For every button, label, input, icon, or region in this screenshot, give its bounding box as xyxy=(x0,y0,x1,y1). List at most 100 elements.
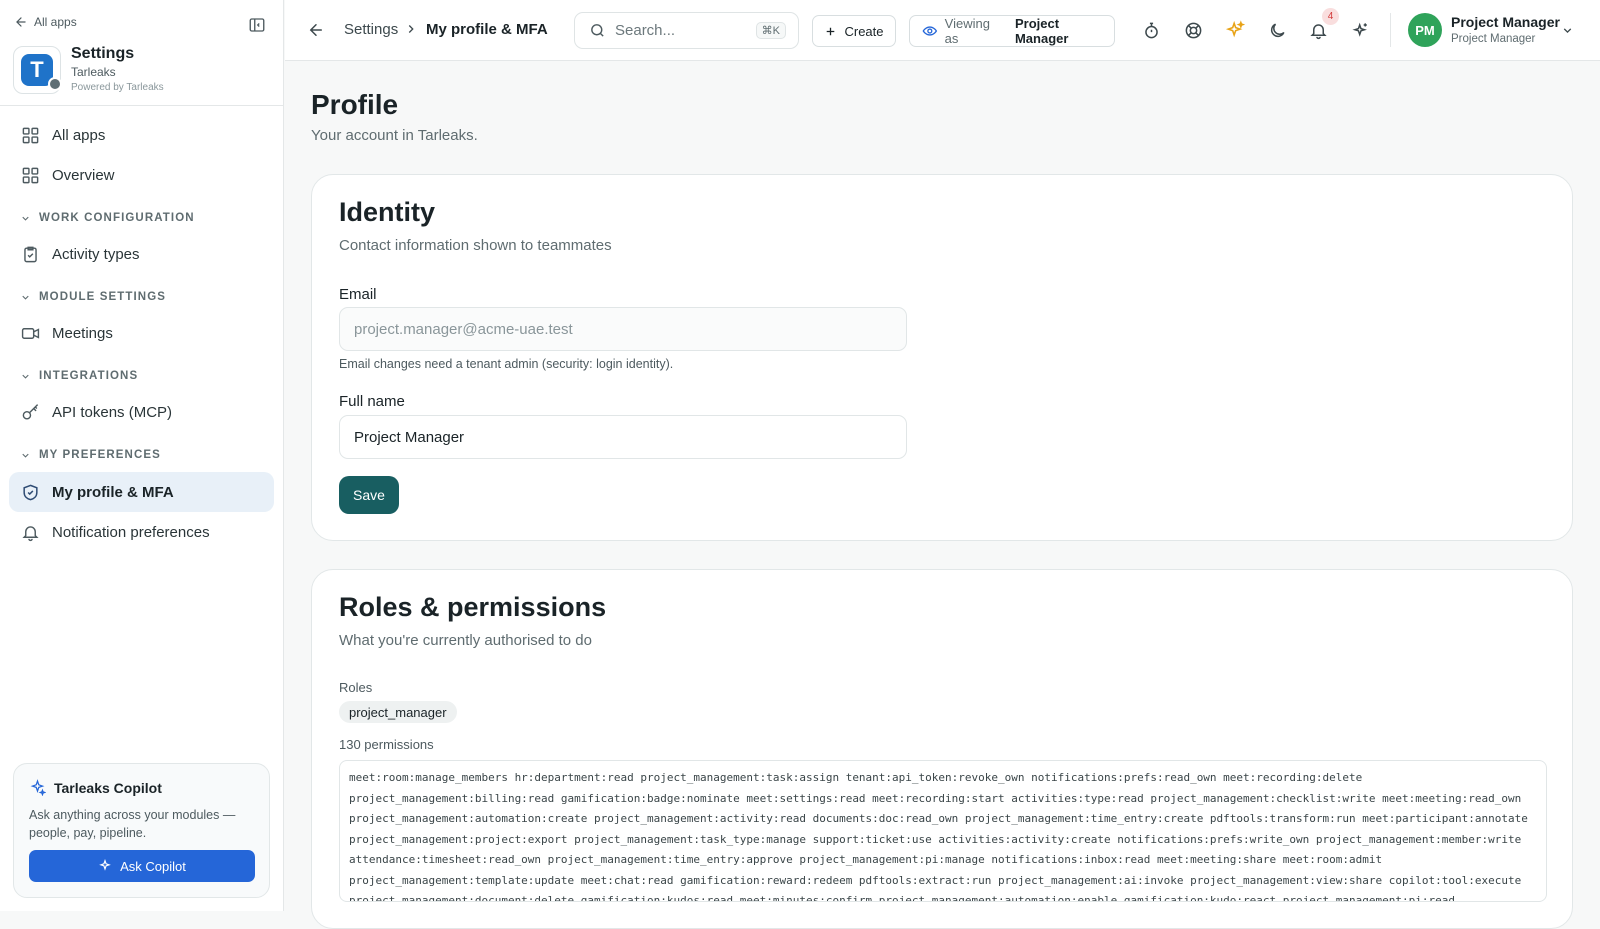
permission-count: 130 permissions xyxy=(339,737,434,752)
copilot-card: Tarleaks Copilot Ask anything across you… xyxy=(13,763,270,898)
bell-icon xyxy=(22,525,39,541)
fullname-label: Full name xyxy=(339,393,405,410)
copilot-header: Tarleaks Copilot xyxy=(29,779,254,796)
app-name: Settings xyxy=(71,45,135,62)
sidebar-item-overview[interactable]: Overview xyxy=(9,155,274,195)
section-module-settings[interactable]: MODULE SETTINGS xyxy=(20,291,166,303)
sidebar-toggle-icon xyxy=(249,18,265,32)
app-tenant: Tarleaks xyxy=(71,65,116,79)
chevron-down-icon xyxy=(1563,28,1572,34)
roles-subtitle: What you're currently authorised to do xyxy=(339,632,592,649)
section-label: INTEGRATIONS xyxy=(39,370,139,382)
grid-icon xyxy=(22,167,39,183)
roles-label: Roles xyxy=(339,680,373,695)
section-work-configuration[interactable]: WORK CONFIGURATION xyxy=(20,212,195,224)
viewing-as-button[interactable]: Viewing as Project Manager xyxy=(909,15,1115,47)
sidebar: All apps T Settings Tarleaks Powered by … xyxy=(0,0,284,911)
powered-badge-icon xyxy=(48,77,62,91)
sidebar-item-label: All apps xyxy=(52,126,106,144)
page-title: Profile xyxy=(311,89,399,120)
sidebar-header: All apps T Settings Tarleaks Powered by … xyxy=(0,0,283,106)
shield-check-icon xyxy=(23,484,38,500)
section-label: MODULE SETTINGS xyxy=(39,291,167,303)
section-label: WORK CONFIGURATION xyxy=(39,212,195,224)
chevron-down-icon xyxy=(22,453,29,458)
copilot-title: Tarleaks Copilot xyxy=(54,779,162,796)
back-to-all-apps-label: All apps xyxy=(34,15,77,29)
permissions-list[interactable]: meet:room:manage_members hr:department:r… xyxy=(339,760,1547,902)
user-name[interactable]: Project Manager xyxy=(1451,14,1560,30)
chevron-down-icon xyxy=(22,374,29,379)
section-integrations[interactable]: INTEGRATIONS xyxy=(20,370,138,382)
key-icon xyxy=(22,403,39,420)
sidebar-item-all-apps[interactable]: All apps xyxy=(9,115,274,155)
moon-icon xyxy=(1270,22,1285,37)
search-placeholder: Search... xyxy=(615,22,676,39)
chevron-down-icon xyxy=(22,295,29,300)
eye-icon xyxy=(922,26,938,36)
plus-icon xyxy=(827,27,835,35)
section-my-preferences[interactable]: MY PREFERENCES xyxy=(20,449,161,461)
email-field[interactable]: project.manager@acme-uae.test xyxy=(339,307,907,351)
collapse-sidebar-button[interactable] xyxy=(248,16,266,34)
search-icon xyxy=(591,24,604,37)
chevron-right-icon xyxy=(408,25,414,33)
create-label: Create xyxy=(844,23,884,39)
fullname-field[interactable]: Project Manager xyxy=(339,415,907,459)
sidebar-item-activity-types[interactable]: Activity types xyxy=(9,234,274,274)
save-button[interactable]: Save xyxy=(339,476,399,514)
email-label: Email xyxy=(339,286,377,303)
sidebar-item-notification-preferences[interactable]: Notification preferences xyxy=(9,512,274,552)
search-input[interactable]: Search... ⌘K xyxy=(574,12,799,49)
sidebar-item-label: Meetings xyxy=(52,324,113,342)
viewing-as-role: Project Manager xyxy=(1014,16,1069,46)
roles-title: Roles & permissions xyxy=(339,592,607,622)
sidebar-item-api-tokens[interactable]: API tokens (MCP) xyxy=(9,392,274,432)
identity-title: Identity xyxy=(339,197,436,227)
sparkles-icon xyxy=(1351,22,1367,37)
video-camera-icon xyxy=(21,327,40,339)
viewing-as-prefix: Viewing as xyxy=(944,16,990,46)
breadcrumb-current: My profile & MFA xyxy=(426,21,548,38)
section-label: MY PREFERENCES xyxy=(39,449,161,461)
sidebar-item-meetings[interactable]: Meetings xyxy=(9,313,274,353)
user-role: Project Manager xyxy=(1451,33,1536,45)
identity-card: Identity Contact information shown to te… xyxy=(311,174,1573,541)
create-button[interactable]: Create xyxy=(812,15,896,47)
header-divider xyxy=(1390,13,1391,47)
identity-subtitle: Contact information shown to teammates xyxy=(339,237,612,254)
email-hint: Email changes need a tenant admin (secur… xyxy=(339,357,674,371)
grid-icon xyxy=(22,127,39,143)
back-to-all-apps-link[interactable]: All apps xyxy=(14,15,77,29)
sparkles-icon xyxy=(30,779,46,796)
user-menu-toggle[interactable] xyxy=(1561,24,1574,40)
back-button[interactable] xyxy=(307,21,325,42)
sidebar-item-label: API tokens (MCP) xyxy=(52,403,173,421)
sidebar-item-my-profile[interactable]: My profile & MFA xyxy=(9,472,274,512)
life-buoy-icon xyxy=(1185,22,1201,38)
sidebar-item-label: Overview xyxy=(52,166,115,184)
help-button[interactable] xyxy=(1182,19,1204,41)
arrow-left-icon xyxy=(16,17,26,27)
stopwatch-icon xyxy=(1144,22,1158,38)
ask-copilot-button[interactable]: Ask Copilot xyxy=(29,850,255,882)
app-powered-by: Powered by Tarleaks xyxy=(71,82,164,93)
search-shortcut: ⌘K xyxy=(755,22,786,39)
sidebar-item-label: Activity types xyxy=(52,245,140,263)
ask-copilot-label: Ask Copilot xyxy=(120,858,186,874)
sidebar-item-label: Notification preferences xyxy=(52,523,210,541)
avatar[interactable]: PM xyxy=(1408,13,1442,47)
ai-sparkle-button[interactable] xyxy=(1224,19,1246,41)
sparkles-icon xyxy=(1225,20,1245,38)
breadcrumb-settings[interactable]: Settings xyxy=(344,21,398,38)
page-subtitle: Your account in Tarleaks. xyxy=(311,127,478,144)
timer-button[interactable] xyxy=(1140,19,1162,41)
sparkles-icon xyxy=(99,859,111,871)
role-chip: project_manager xyxy=(339,701,457,723)
app-logo: T xyxy=(13,46,62,94)
sidebar-item-label: My profile & MFA xyxy=(52,483,174,501)
arrow-left-icon xyxy=(309,24,322,36)
top-header: Settings My profile & MFA Search... ⌘K C… xyxy=(285,0,1600,61)
theme-toggle-button[interactable] xyxy=(1266,19,1288,41)
copilot-header-button[interactable] xyxy=(1349,19,1371,41)
